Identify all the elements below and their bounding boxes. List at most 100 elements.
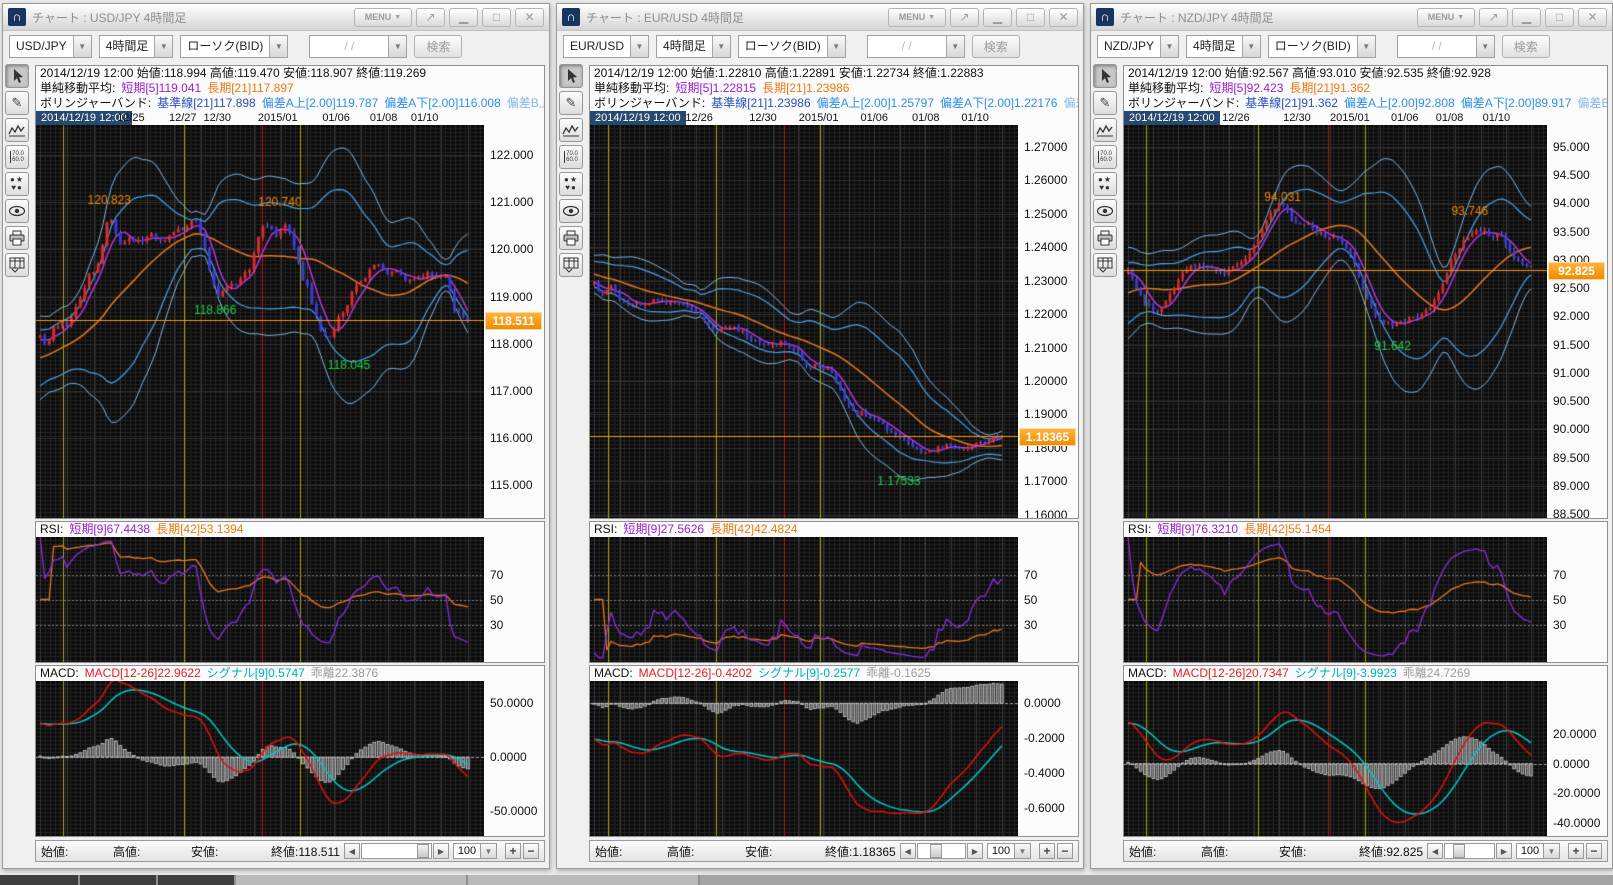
scrollbar-thumb[interactable] [930, 844, 942, 858]
date-input[interactable]: / /▼ [309, 35, 407, 58]
draw-tool[interactable]: ✎ [1093, 91, 1117, 115]
chevron-down-icon[interactable]: ▼ [388, 36, 406, 57]
pointer-tool[interactable] [559, 64, 583, 88]
chevron-down-icon[interactable]: ▼ [946, 36, 964, 57]
scroll-right-icon[interactable]: ▶ [433, 843, 449, 859]
chart-scrollbar[interactable]: ◀ ▶ [900, 843, 983, 859]
price-scale-tool[interactable]: 70.060.0 [1093, 145, 1117, 169]
chevron-down-icon[interactable]: ▼ [1476, 36, 1494, 57]
macd-chart-canvas[interactable] [36, 681, 484, 836]
minimize-button[interactable]: ▁ [1512, 8, 1541, 27]
minimize-button[interactable]: ▁ [449, 8, 478, 27]
pair-select[interactable]: USD/JPY▼ [9, 35, 92, 58]
macd-chart-canvas[interactable] [1124, 681, 1547, 836]
price-scale-tool[interactable]: 70.060.0 [559, 145, 583, 169]
chevron-down-icon[interactable]: ▼ [712, 36, 730, 57]
zoom-out-button[interactable]: − [1586, 843, 1602, 859]
price-scale-tool[interactable]: 70.060.0 [5, 145, 29, 169]
timeframe-select[interactable]: 4時間足▼ [1186, 35, 1261, 58]
scroll-right-icon[interactable]: ▶ [967, 843, 983, 859]
minimize-button[interactable]: ▁ [983, 8, 1012, 27]
macd-chart[interactable] [590, 681, 1018, 836]
chevron-down-icon[interactable]: ▼ [269, 36, 287, 57]
rsi-chart[interactable] [1124, 537, 1547, 662]
chart-type-select[interactable]: ローソク(BID)▼ [1268, 35, 1376, 58]
indicator-tool[interactable] [1093, 118, 1117, 142]
main-chart-canvas[interactable] [36, 125, 484, 518]
titlebar[interactable]: ∩ チャート : EUR/USD 4時間足 MENU▼ ↗ ▁ □ ✕ [557, 4, 1083, 31]
symbols-tool[interactable]: ●★♥● [5, 172, 29, 196]
chart-scrollbar[interactable]: ◀ ▶ [1427, 843, 1512, 859]
symbols-tool[interactable]: ●★♥● [559, 172, 583, 196]
indicator-tool[interactable] [5, 118, 29, 142]
taskbar-item[interactable] [0, 875, 78, 885]
maximize-button[interactable]: □ [1545, 8, 1574, 27]
close-button[interactable]: ✕ [1578, 8, 1607, 27]
search-button[interactable]: 検索 [414, 35, 462, 58]
scrollbar-thumb[interactable] [1453, 844, 1465, 858]
candle-count-select[interactable]: 100▼ [987, 843, 1031, 859]
visibility-tool[interactable] [5, 199, 29, 223]
taskbar-item[interactable] [158, 875, 234, 885]
price-axis[interactable]: 122.000121.000120.000119.000118.000117.0… [484, 125, 544, 518]
chevron-down-icon[interactable]: ▼ [481, 843, 497, 859]
chevron-down-icon[interactable]: ▼ [73, 36, 91, 57]
search-button[interactable]: 検索 [972, 35, 1020, 58]
macd-chart-canvas[interactable] [590, 681, 1018, 836]
macd-chart[interactable] [36, 681, 484, 836]
chart-type-select[interactable]: ローソク(BID)▼ [180, 35, 288, 58]
close-button[interactable]: ✕ [1049, 8, 1078, 27]
titlebar[interactable]: ∩ チャート : USD/JPY 4時間足 MENU▼ ↗ ▁ □ ✕ [3, 4, 549, 31]
chevron-down-icon[interactable]: ▼ [1242, 36, 1260, 57]
save-grid-tool[interactable] [1093, 253, 1117, 277]
pointer-tool[interactable] [5, 64, 29, 88]
titlebar[interactable]: ∩ チャート : NZD/JPY 4時間足 MENU▼ ↗ ▁ □ ✕ [1091, 4, 1612, 31]
menu-button[interactable]: MENU▼ [354, 8, 412, 27]
zoom-out-button[interactable]: − [523, 843, 539, 859]
chevron-down-icon[interactable]: ▼ [1544, 843, 1560, 859]
scroll-left-icon[interactable]: ◀ [344, 843, 360, 859]
scroll-left-icon[interactable]: ◀ [1427, 843, 1443, 859]
pair-select[interactable]: EUR/USD▼ [563, 35, 649, 58]
scroll-left-icon[interactable]: ◀ [900, 843, 916, 859]
taskbar-item[interactable] [236, 875, 466, 885]
main-chart[interactable] [36, 125, 484, 518]
print-tool[interactable] [559, 226, 583, 250]
chart-scrollbar[interactable]: ◀ ▶ [344, 843, 449, 859]
chevron-down-icon[interactable]: ▼ [154, 36, 172, 57]
pair-select[interactable]: NZD/JPY▼ [1097, 35, 1179, 58]
popout-icon[interactable]: ↗ [416, 8, 445, 27]
popout-icon[interactable]: ↗ [1479, 8, 1508, 27]
candle-count-select[interactable]: 100▼ [453, 843, 497, 859]
main-chart-canvas[interactable] [590, 125, 1018, 518]
close-button[interactable]: ✕ [515, 8, 544, 27]
pointer-tool[interactable] [1093, 64, 1117, 88]
chevron-down-icon[interactable]: ▼ [1357, 36, 1375, 57]
main-chart-canvas[interactable] [1124, 125, 1547, 518]
timeframe-select[interactable]: 4時間足▼ [99, 35, 174, 58]
symbols-tool[interactable]: ●★♥● [1093, 172, 1117, 196]
main-chart[interactable] [590, 125, 1018, 518]
date-input[interactable]: / /▼ [1397, 35, 1495, 58]
rsi-chart-canvas[interactable] [1124, 537, 1547, 662]
taskbar-item[interactable] [80, 875, 156, 885]
zoom-in-button[interactable]: + [1568, 843, 1584, 859]
scrollbar-track[interactable] [1444, 843, 1495, 859]
taskbar-item[interactable] [700, 875, 1613, 885]
popout-icon[interactable]: ↗ [950, 8, 979, 27]
draw-tool[interactable]: ✎ [5, 91, 29, 115]
timeframe-select[interactable]: 4時間足▼ [656, 35, 731, 58]
date-input[interactable]: / /▼ [867, 35, 965, 58]
visibility-tool[interactable] [559, 199, 583, 223]
chevron-down-icon[interactable]: ▼ [827, 36, 845, 57]
save-grid-tool[interactable] [559, 253, 583, 277]
price-axis[interactable]: 1.270001.260001.250001.240001.230001.220… [1018, 125, 1078, 518]
taskbar-item[interactable] [468, 875, 698, 885]
macd-chart[interactable] [1124, 681, 1547, 836]
zoom-in-button[interactable]: + [505, 843, 521, 859]
maximize-button[interactable]: □ [1016, 8, 1045, 27]
chart-type-select[interactable]: ローソク(BID)▼ [738, 35, 846, 58]
scrollbar-track[interactable] [361, 843, 432, 859]
zoom-in-button[interactable]: + [1039, 843, 1055, 859]
print-tool[interactable] [5, 226, 29, 250]
